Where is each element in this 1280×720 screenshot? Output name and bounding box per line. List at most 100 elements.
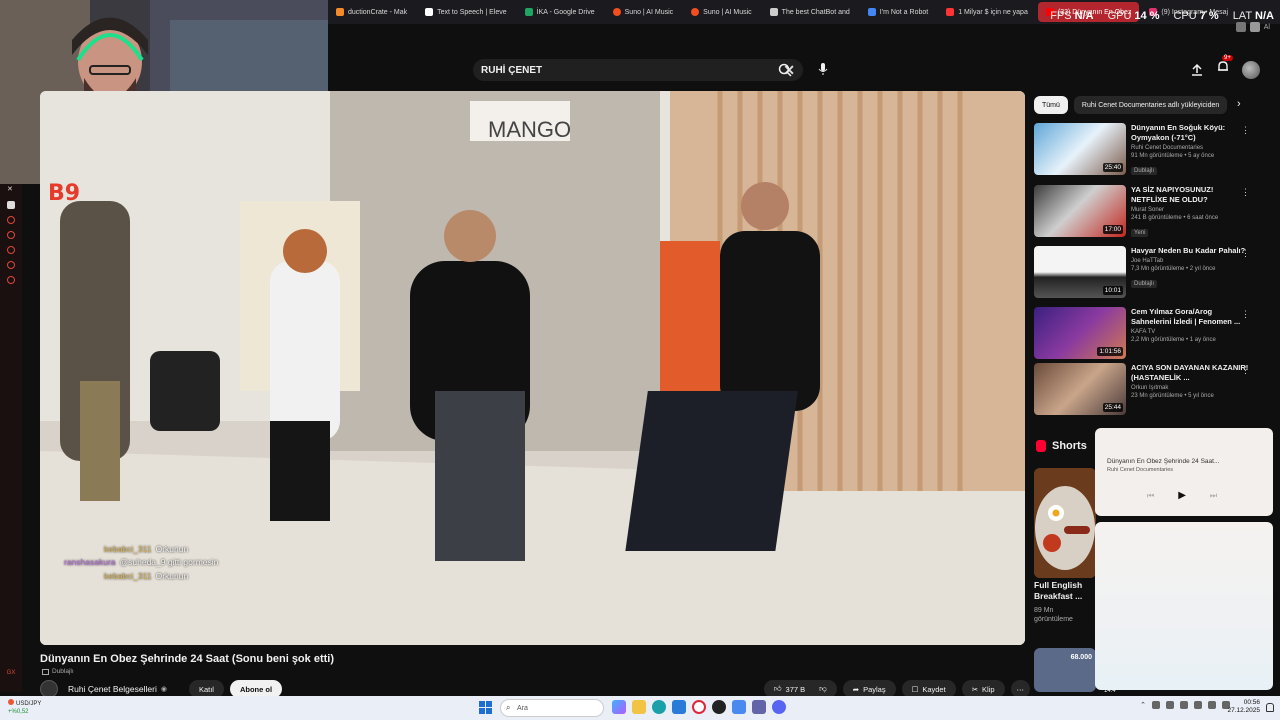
- recommendation-item[interactable]: 1:01:56 Cem Yılmaz Gora/Arog Sahnelerini…: [1034, 307, 1264, 363]
- voice-search-button[interactable]: [812, 58, 834, 80]
- recommendation-title[interactable]: YA SİZ NAPIYOSUNUZ! NETFLİXE NE OLDU?: [1131, 185, 1249, 205]
- recommendation-meta: 7,3 Mn görüntüleme • 2 yıl önce: [1131, 266, 1216, 272]
- wifi-icon[interactable]: [1208, 701, 1216, 709]
- tab-favicon-icon: [425, 8, 434, 16]
- recommendation-item[interactable]: 25:40 Dünyanın En Soğuk Köyü: Oymyakon (…: [1034, 123, 1264, 179]
- recommendation-channel[interactable]: Murat Soner: [1131, 207, 1249, 213]
- recommendation-item[interactable]: 17:00 YA SİZ NAPIYOSUNUZ! NETFLİXE NE OL…: [1034, 185, 1264, 241]
- edge-icon[interactable]: [652, 700, 666, 714]
- opera-gx-icon[interactable]: [692, 700, 706, 714]
- search-input[interactable]: RUHİ ÇENET ✕: [473, 59, 803, 81]
- gpu-value: 14 %: [1134, 10, 1160, 22]
- tray-icon[interactable]: [1194, 701, 1202, 709]
- breakfast-image: [1034, 468, 1096, 578]
- channel-brand-logo: B9: [48, 181, 81, 206]
- taskbar-clock[interactable]: 00:56 27.12.2025: [1227, 699, 1260, 715]
- fps-value: N/A: [1074, 10, 1094, 22]
- left-extension-strip: ✕ GX: [0, 184, 22, 692]
- recommendation-channel[interactable]: KAFA TV: [1131, 329, 1249, 335]
- perf-overlay: FPS N/A GPU 14 % CPU 7 % LAT N/A: [1050, 0, 1274, 40]
- tray-icon[interactable]: [1180, 701, 1188, 709]
- video-thumbnail[interactable]: 17:00: [1034, 185, 1126, 237]
- short-thumbnail[interactable]: [1034, 468, 1096, 578]
- file-explorer-icon[interactable]: [632, 700, 646, 714]
- account-avatar[interactable]: [1242, 60, 1260, 79]
- recommendation-meta: 241 B görüntüleme • 6 saat önce: [1131, 215, 1219, 221]
- browser-tab[interactable]: The best ChatBot and: [762, 2, 858, 22]
- recommendation-title[interactable]: Dünyanın En Soğuk Köyü: Oymyakon (-71°C): [1131, 123, 1249, 143]
- more-options-icon[interactable]: ⋮: [1241, 309, 1250, 320]
- lat-label: LAT: [1232, 10, 1253, 22]
- thumbs-down-icon[interactable]: 👎︎: [819, 684, 827, 694]
- chip-channel-uploads[interactable]: Ruhi Cenet Documentaries adlı yükleyicid…: [1073, 96, 1228, 114]
- more-options-icon[interactable]: ⋮: [1241, 125, 1250, 136]
- tab-favicon-icon: [691, 8, 700, 16]
- tray-app-icon: [1235, 22, 1246, 32]
- previous-track-icon[interactable]: ⏮︎: [1147, 491, 1154, 501]
- browser-tab[interactable]: ductionCrate - Mak: [328, 2, 415, 22]
- video-thumbnail[interactable]: 10:01: [1034, 246, 1126, 298]
- tab-favicon-icon: [524, 8, 533, 16]
- tray-icon[interactable]: [1152, 701, 1160, 709]
- stock-ticker-widget[interactable]: USD/JPY +%0,52: [8, 699, 41, 716]
- recommendation-title[interactable]: Cem Yılmaz Gora/Arog Sahnelerini İzledi …: [1131, 307, 1249, 327]
- video-thumbnail[interactable]: 25:40: [1034, 123, 1126, 175]
- tab-favicon-icon: [612, 8, 621, 16]
- teams-icon[interactable]: [752, 700, 766, 714]
- channel-name[interactable]: Ruhi Çenet Belgeselleri: [68, 684, 157, 694]
- notification-bell-icon[interactable]: [1266, 703, 1274, 712]
- more-options-icon[interactable]: ⋮: [1241, 248, 1250, 259]
- cpu-value: 7 %: [1199, 10, 1219, 22]
- strip-app-icon[interactable]: [7, 261, 15, 269]
- browser-tab[interactable]: Text to Speech | Eleve: [417, 2, 515, 22]
- lat-value: N/A: [1255, 10, 1274, 22]
- more-options-icon[interactable]: ⋮: [1241, 365, 1250, 376]
- browser-tab[interactable]: I'm Not a Robot: [860, 2, 936, 22]
- recommendation-item[interactable]: 25:44 ACIYA SON DAYANAN KAZANIR! (HASTAN…: [1034, 363, 1264, 419]
- chip-all[interactable]: Tümü: [1034, 96, 1068, 114]
- recommendation-channel[interactable]: Ruhi Cenet Documentaries: [1131, 145, 1249, 151]
- taskbar-search-input[interactable]: ⌕ Ara: [500, 699, 604, 717]
- browser-tab[interactable]: Suno | AI Music: [683, 2, 760, 22]
- browser-tab[interactable]: İKA - Google Drive: [517, 2, 603, 22]
- strip-app-icon[interactable]: [7, 246, 15, 254]
- recommendation-channel[interactable]: Joe HaTTab: [1131, 258, 1249, 264]
- obs-icon[interactable]: [712, 700, 726, 714]
- strip-app-icon[interactable]: [7, 216, 15, 224]
- app-icon[interactable]: [732, 700, 746, 714]
- chevron-right-icon[interactable]: ›: [1237, 98, 1241, 110]
- shorts-icon: [1036, 440, 1046, 452]
- more-options-icon[interactable]: ⋮: [1241, 187, 1250, 198]
- video-thumbnail[interactable]: 1:01:56: [1034, 307, 1126, 359]
- windows-start-icon[interactable]: [479, 701, 492, 714]
- video-thumbnail[interactable]: 25:44: [1034, 363, 1126, 415]
- discord-icon[interactable]: [772, 700, 786, 714]
- short-thumbnail[interactable]: 68.000: [1034, 648, 1096, 692]
- browser-tab[interactable]: 1 Milyar $ için ne yapa: [938, 2, 1036, 22]
- settings-icon[interactable]: [7, 276, 15, 284]
- play-icon[interactable]: ▶: [1178, 490, 1186, 501]
- tray-icon[interactable]: [1166, 701, 1174, 709]
- notifications-button[interactable]: 9+: [1216, 55, 1233, 79]
- recommendation-item[interactable]: 10:01 Havyar Neden Bu Kadar Pahalı? Joe …: [1034, 246, 1264, 302]
- close-icon[interactable]: ✕: [7, 186, 15, 194]
- video-player[interactable]: MANGO B9 kebabci_311 Orkunun ranshasakura…: [40, 91, 1025, 645]
- recommendation-title[interactable]: Havyar Neden Bu Kadar Pahalı?: [1131, 246, 1249, 256]
- short-title[interactable]: Full English Breakfast ...: [1034, 580, 1094, 602]
- discord-icon[interactable]: [7, 201, 15, 209]
- browser-tab[interactable]: Suno | AI Music: [605, 2, 682, 22]
- next-track-icon[interactable]: ⏭︎: [1210, 491, 1217, 501]
- gx-logo-icon: GX: [6, 670, 16, 676]
- tab-favicon-icon: [769, 8, 778, 16]
- store-icon[interactable]: [672, 700, 686, 714]
- thumbs-up-icon: 👍︎: [773, 684, 782, 693]
- clock-date: 27.12.2025: [1227, 707, 1260, 714]
- search-button[interactable]: [778, 59, 802, 81]
- strip-app-icon[interactable]: [7, 231, 15, 239]
- chevron-up-icon[interactable]: ⌃: [1140, 701, 1146, 709]
- copilot-icon[interactable]: [612, 700, 626, 714]
- upload-icon[interactable]: [1190, 63, 1204, 77]
- search-icon: [778, 63, 792, 77]
- recommendation-title[interactable]: ACIYA SON DAYANAN KAZANIR! (HASTANELİK .…: [1131, 363, 1249, 383]
- recommendation-channel[interactable]: Orkun Işıtmak: [1131, 385, 1249, 391]
